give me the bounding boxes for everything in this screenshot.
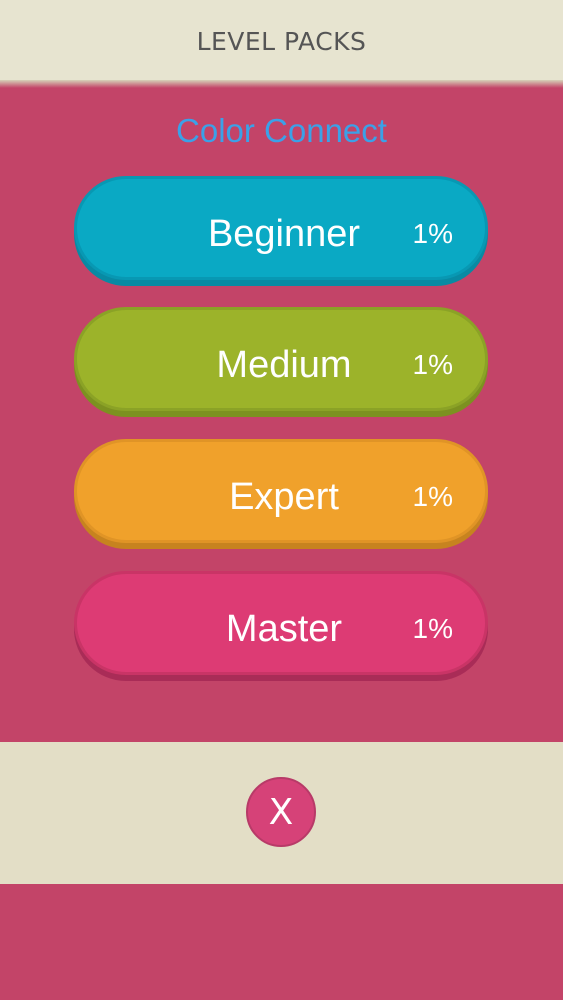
- close-button[interactable]: X: [246, 777, 316, 847]
- header-bar: LEVEL PACKS: [0, 0, 563, 80]
- header-shadow: [0, 80, 563, 88]
- pack-progress: 1%: [412, 613, 453, 644]
- pack-button-master[interactable]: Master 1%: [74, 571, 488, 675]
- close-icon: X: [268, 791, 294, 833]
- pack-button-expert[interactable]: Expert 1%: [74, 439, 488, 543]
- pack-progress: 1%: [412, 218, 453, 249]
- pack-progress: 1%: [412, 481, 453, 512]
- pack-button-beginner[interactable]: Beginner 1%: [74, 176, 488, 280]
- pack-button-medium[interactable]: Medium 1%: [74, 307, 488, 411]
- pack-progress: 1%: [412, 349, 453, 380]
- game-title: Color Connect: [176, 112, 387, 149]
- page-title: LEVEL PACKS: [196, 26, 367, 56]
